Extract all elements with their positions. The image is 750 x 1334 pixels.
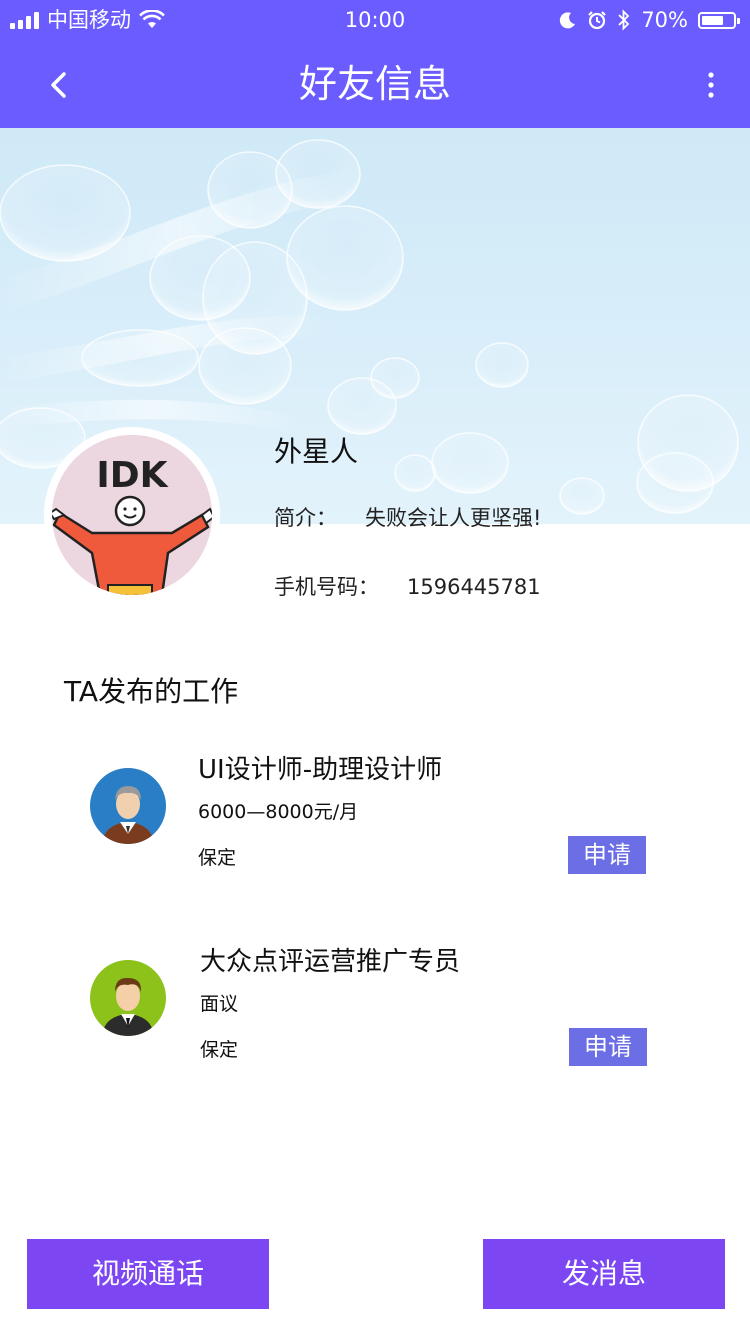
moon-icon xyxy=(560,12,576,29)
avatar[interactable]: IDK xyxy=(52,435,212,595)
profile-name: 外星人 xyxy=(274,435,359,468)
avatar-ring: IDK xyxy=(44,427,220,603)
status-bar: 中国移动 10:00 70% xyxy=(0,0,750,40)
phone-label: 手机号码： xyxy=(274,575,379,599)
job-location: 保定 xyxy=(200,1039,239,1061)
bio-label: 简介： xyxy=(274,506,337,530)
profile-bio-row: 简介： 失败会让人更坚强! xyxy=(274,502,541,534)
man-avatar-icon xyxy=(90,960,166,1036)
job-salary: 6000—8000元/月 xyxy=(198,801,359,823)
nav-bar: 好友信息 xyxy=(0,40,750,128)
idk-avatar-illustration: IDK xyxy=(52,435,212,595)
battery-percent: 70% xyxy=(641,8,688,32)
man-avatar-icon xyxy=(90,768,166,844)
job-item[interactable]: 大众点评运营推广专员 面议 保定 申请 xyxy=(0,944,750,1084)
job-avatar xyxy=(90,960,166,1036)
apply-button[interactable]: 申请 xyxy=(569,1028,647,1066)
bluetooth-icon xyxy=(618,9,630,31)
job-item[interactable]: UI设计师-助理设计师 6000—8000元/月 保定 申请 xyxy=(0,752,750,892)
page-title: 好友信息 xyxy=(298,62,451,106)
phone-value[interactable]: 1596445781 xyxy=(407,575,541,599)
more-vertical-icon[interactable] xyxy=(704,68,718,102)
send-message-button[interactable]: 发消息 xyxy=(483,1239,725,1309)
bio-value: 失败会让人更坚强! xyxy=(365,506,542,530)
battery-fill xyxy=(702,15,723,25)
job-avatar xyxy=(90,768,166,844)
top-bar: 中国移动 10:00 70% 好友信息 xyxy=(0,0,750,128)
section-title: TA发布的工作 xyxy=(64,675,239,708)
profile-phone-row: 手机号码： 1596445781 xyxy=(274,571,541,603)
avatar-lettering: IDK xyxy=(96,455,168,496)
alarm-icon xyxy=(588,11,607,30)
battery-icon xyxy=(698,11,740,29)
apply-button[interactable]: 申请 xyxy=(568,836,646,874)
status-right: 70% xyxy=(559,0,740,40)
job-title: 大众点评运营推广专员 xyxy=(200,947,461,977)
video-call-button[interactable]: 视频通话 xyxy=(27,1239,269,1309)
job-location: 保定 xyxy=(198,847,237,869)
job-salary: 面议 xyxy=(200,993,239,1015)
job-title: UI设计师-助理设计师 xyxy=(198,755,443,785)
